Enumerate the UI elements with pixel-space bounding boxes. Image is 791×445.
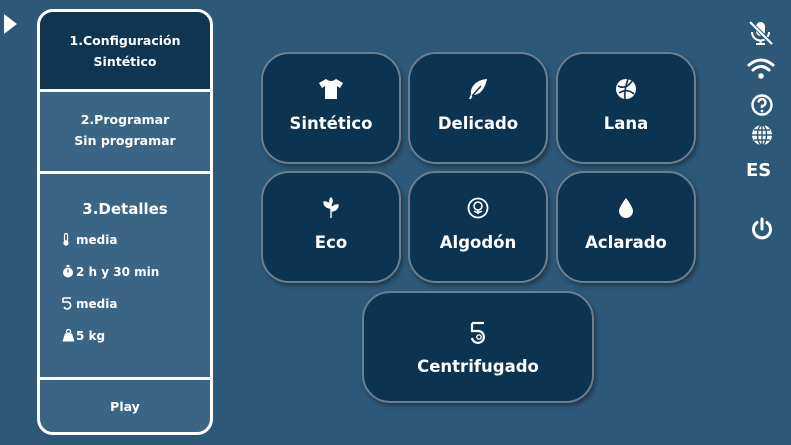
detail-temperature-value: media (76, 233, 118, 247)
detail-duration-value: 2 h y 30 min (76, 265, 160, 279)
spin-icon (62, 297, 72, 310)
detail-load-value: 5 kg (76, 329, 106, 343)
step-configure-value: Sintético (93, 54, 157, 69)
globe-icon[interactable] (751, 124, 773, 146)
program-label: Eco (314, 233, 348, 252)
program-rinse-button[interactable]: Aclarado (556, 171, 696, 283)
program-label: Lana (603, 114, 649, 133)
yarn-ball-icon (616, 78, 636, 100)
tshirt-icon (319, 79, 343, 99)
spin-speed-icon (470, 321, 485, 344)
step-program[interactable]: 2.Programar Sin programar (40, 92, 210, 174)
step-program-title: 2.Programar (80, 112, 170, 127)
program-eco-button[interactable]: Eco (261, 171, 401, 283)
program-synthetic-button[interactable]: Sintético (261, 52, 401, 164)
detail-load: 5 kg (62, 326, 106, 347)
mic-off-icon[interactable] (747, 20, 775, 46)
power-icon[interactable] (751, 217, 773, 241)
wifi-icon[interactable] (747, 58, 775, 80)
thermometer-icon (63, 233, 69, 246)
stopwatch-icon (63, 265, 73, 278)
water-drop-icon (619, 198, 633, 218)
program-label: Aclarado (585, 233, 667, 252)
cotton-icon (467, 197, 489, 219)
step-configure[interactable]: 1.Configuración Sintético (40, 12, 210, 92)
expand-arrow-icon[interactable] (4, 14, 17, 34)
program-label: Sintético (289, 114, 373, 133)
detail-temperature: media (63, 230, 118, 251)
steps-panel: 1.Configuración Sintético 2.Programar Si… (37, 9, 213, 435)
program-label: Algodón (439, 233, 517, 252)
program-delicate-button[interactable]: Delicado (408, 52, 548, 164)
detail-spin-value: media (76, 297, 118, 311)
program-label: Centrifugado (417, 357, 539, 376)
step-details-title: 3.Detalles (82, 200, 168, 218)
detail-duration: 2 h y 30 min (63, 262, 160, 283)
program-label: Delicado (437, 114, 519, 133)
step-configure-title: 1.Configuración (69, 33, 181, 48)
detail-spin: media (62, 294, 118, 315)
feather-icon (469, 79, 487, 99)
program-cotton-button[interactable]: Algodón (408, 171, 548, 283)
program-wool-button[interactable]: Lana (556, 52, 696, 164)
step-program-value: Sin programar (74, 133, 176, 148)
weight-icon (62, 329, 75, 342)
leaf-icon (323, 197, 339, 218)
language-selector[interactable]: ES (746, 160, 771, 181)
program-spin-button[interactable]: Centrifugado (362, 291, 594, 403)
play-button[interactable]: Play (40, 380, 210, 432)
play-label: Play (110, 399, 140, 414)
step-details[interactable]: 3.Detalles media 2 h y 30 min media 5 kg (40, 174, 210, 380)
help-icon[interactable] (751, 94, 773, 116)
